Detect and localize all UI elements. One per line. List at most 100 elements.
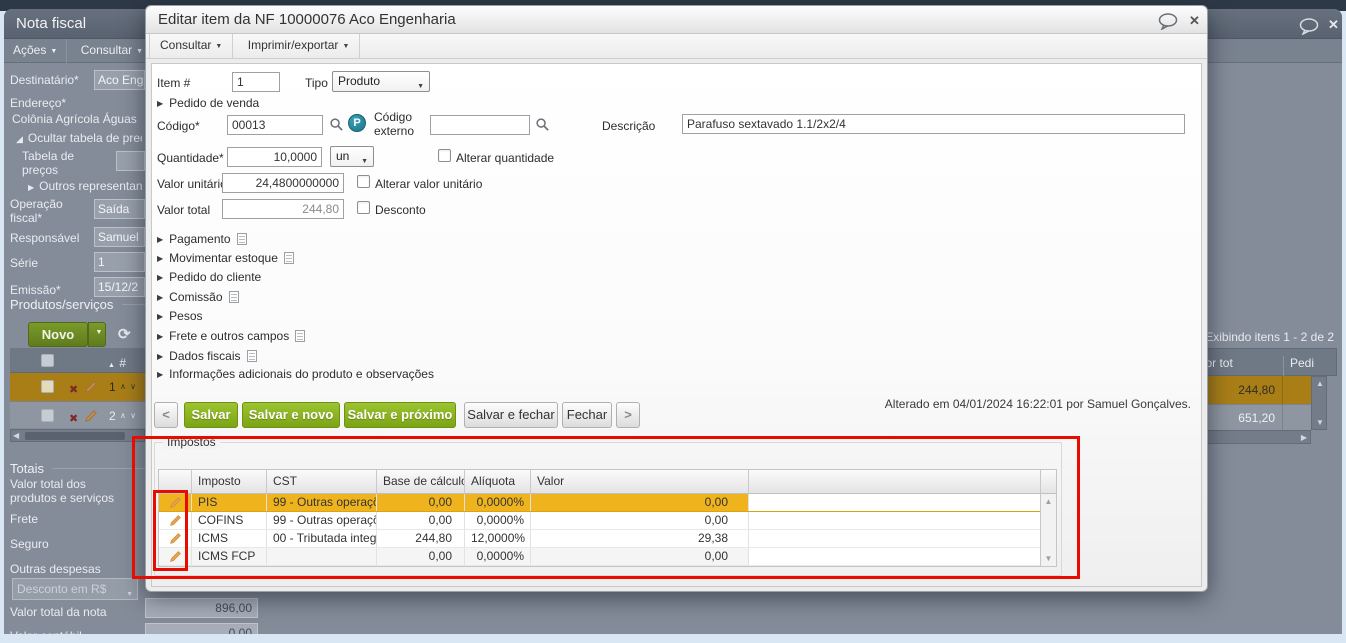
alterar-valor-label: Alterar valor unitário (375, 177, 483, 191)
totais-legend: Totais (10, 461, 44, 476)
section-frete-outros[interactable]: Frete e outros campos (157, 328, 306, 343)
emissao-label: Emissão* (10, 283, 61, 297)
caret-down-icon: ▼ (50, 48, 58, 55)
section-pagamento[interactable]: Pagamento (157, 231, 247, 246)
salvar-e-proximo-button[interactable]: Salvar e próximo (344, 402, 456, 428)
delete-icon[interactable] (69, 409, 78, 427)
section-pesos[interactable]: Pesos (157, 309, 202, 323)
quantidade-input[interactable] (227, 147, 322, 167)
note-icon[interactable] (228, 291, 239, 303)
note-icon[interactable] (295, 330, 306, 342)
fechar-button[interactable]: Fechar (562, 402, 612, 428)
responsavel-field[interactable]: Samuel (94, 227, 145, 247)
right-vscrollbar[interactable]: ▲ ▼ (1311, 376, 1327, 430)
modal-toolbar: Consultar ▼ Imprimir/exportar ▼ (146, 34, 1207, 59)
valor-unitario-input[interactable] (222, 173, 344, 193)
caret-down-icon: ▼ (136, 48, 144, 55)
search-icon[interactable] (535, 117, 550, 132)
item-label: Item # (157, 76, 191, 90)
ocultar-tabela-toggle[interactable]: Ocultar tabela de preços (16, 131, 142, 146)
outras-despesas-label: Outras despesas (10, 562, 101, 576)
row-checkbox[interactable] (41, 409, 54, 422)
alterar-quantidade-checkbox[interactable] (438, 149, 451, 162)
edit-pencil-icon[interactable] (84, 380, 98, 394)
scroll-down-icon[interactable]: ▼ (1316, 418, 1324, 427)
prev-item-button[interactable]: < (154, 402, 178, 428)
caret-down-icon: ▼ (342, 43, 350, 50)
move-up-down-icons[interactable]: ∧ ∨ (120, 411, 137, 420)
valor-total-input[interactable] (222, 199, 344, 219)
caret-down-icon: ▼ (361, 158, 368, 165)
alterar-valor-checkbox[interactable] (357, 175, 370, 188)
scroll-left-icon[interactable]: ◀ (13, 431, 19, 440)
descricao-input[interactable] (682, 114, 1185, 134)
alterar-quantidade-label: Alterar quantidade (456, 151, 555, 165)
valor-produtos-label: Valor total dos produtos e serviços (10, 477, 115, 505)
row-checkbox[interactable] (41, 380, 54, 393)
product-info-icon[interactable] (348, 114, 366, 132)
salvar-e-fechar-button[interactable]: Salvar e fechar (464, 402, 558, 428)
comment-bubble-icon[interactable] (1298, 18, 1322, 40)
responsavel-label: Responsável (10, 231, 80, 245)
produto-row-2[interactable]: 2 ∧ ∨ (10, 401, 145, 428)
unidade-select[interactable]: un ▼ (330, 146, 374, 167)
delete-icon[interactable] (69, 380, 78, 398)
produto-row-1[interactable]: 1 ∧ ∨ (10, 373, 145, 401)
serie-label: Série (10, 256, 39, 270)
select-all-checkbox[interactable] (41, 354, 54, 367)
section-comissao[interactable]: Comissão (157, 289, 239, 304)
operacao-fiscal-field[interactable]: Saída (94, 199, 145, 219)
quantidade-label: Quantidade* (157, 151, 224, 165)
codigo-externo-input[interactable] (430, 115, 530, 135)
tabela-precos-field[interactable] (116, 151, 145, 171)
novo-button[interactable]: Novo (28, 322, 88, 347)
annotation-rect-impostos (132, 436, 1080, 579)
scroll-thumb[interactable] (25, 432, 125, 440)
salvar-button[interactable]: Salvar (184, 402, 238, 428)
section-movimentar-estoque[interactable]: Movimentar estoque (157, 250, 294, 265)
menu-consultar-modal[interactable]: Consultar ▼ (149, 34, 234, 58)
item-input[interactable] (232, 72, 280, 92)
move-up-down-icons[interactable]: ∧ ∨ (120, 382, 137, 391)
codigo-externo-label: Código externo (374, 110, 415, 138)
legend-line (122, 304, 145, 305)
note-icon[interactable] (236, 233, 247, 245)
desconto-select[interactable]: Desconto em R$ ▼ (12, 578, 138, 600)
endereco-label: Endereço* (10, 96, 67, 110)
outros-representantes-toggle[interactable]: Outros representantes (28, 179, 142, 195)
menu-imprimir-exportar[interactable]: Imprimir/exportar ▼ (238, 34, 361, 58)
produtos-hscrollbar[interactable]: ◀ (10, 429, 145, 442)
serie-field[interactable]: 1 (94, 252, 145, 272)
valor-total-nota-field: 896,00 (145, 598, 258, 618)
section-pedido-de-venda[interactable]: Pedido de venda (157, 96, 259, 110)
novo-dropdown-button[interactable]: ▼ (88, 322, 106, 347)
edit-pencil-icon[interactable] (84, 409, 98, 423)
valor-total-nota-label: Valor total da nota (10, 605, 107, 619)
codigo-input[interactable] (227, 115, 323, 135)
valor-total-label: Valor total (157, 203, 211, 217)
tipo-select[interactable]: Produto ▼ (332, 71, 430, 92)
scroll-right-icon[interactable]: ▶ (1301, 433, 1307, 442)
window-close-icon[interactable] (1328, 17, 1339, 33)
next-item-button[interactable]: > (616, 402, 640, 428)
menu-consultar-window[interactable]: Consultar ▼ (72, 39, 154, 63)
note-icon[interactable] (283, 252, 294, 264)
emissao-field[interactable]: 15/12/2 (94, 277, 145, 297)
section-dados-fiscais[interactable]: Dados fiscais (157, 348, 257, 363)
section-pedido-do-cliente[interactable]: Pedido do cliente (157, 270, 261, 284)
section-informacoes-adicionais[interactable]: Informações adicionais do produto e obse… (157, 367, 434, 381)
produtos-header-row: # (10, 348, 145, 373)
scroll-up-icon[interactable]: ▲ (1316, 379, 1324, 388)
modal-close-icon[interactable] (1189, 13, 1200, 29)
note-icon[interactable] (246, 350, 257, 362)
valor-unitario-label: Valor unitário (157, 177, 227, 191)
produtos-num-header[interactable]: # (108, 354, 126, 372)
desconto-checkbox[interactable] (357, 201, 370, 214)
destinatario-field[interactable]: Aco Eng (94, 70, 145, 90)
comment-bubble-icon[interactable] (1157, 13, 1181, 35)
search-icon[interactable] (329, 117, 344, 132)
salvar-e-novo-button[interactable]: Salvar e novo (242, 402, 340, 428)
refresh-icon[interactable] (118, 325, 131, 344)
menu-acoes[interactable]: Ações ▼ (4, 39, 68, 63)
tipo-label: Tipo (305, 76, 328, 90)
